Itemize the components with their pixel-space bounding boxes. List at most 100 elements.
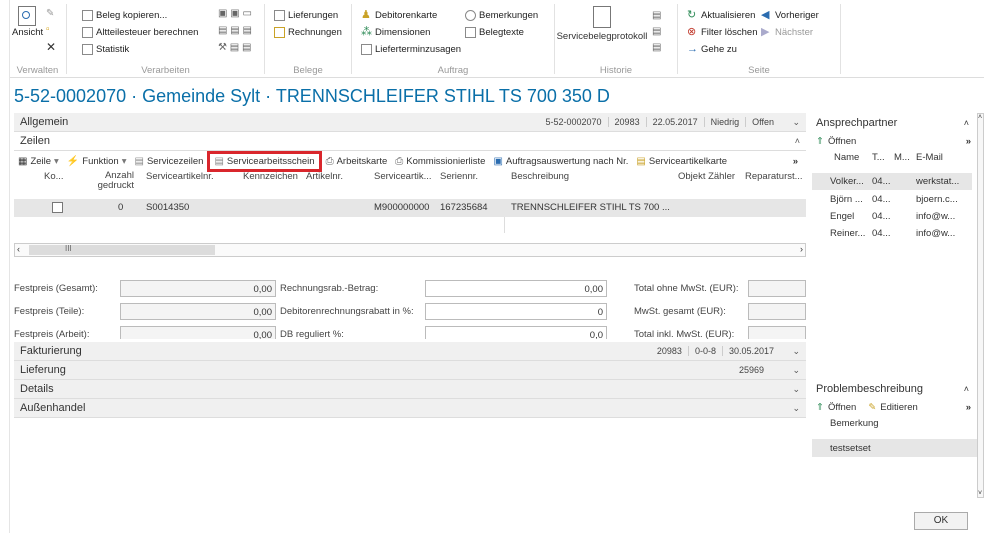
col-seriennr[interactable]: Seriennr.: [440, 171, 478, 182]
col-serviceartik[interactable]: Serviceartik...: [374, 171, 432, 182]
gehe-zu-button[interactable]: → Gehe zu: [687, 42, 737, 56]
kommissionierliste-button[interactable]: ⎙ Kommissionierliste: [395, 156, 485, 167]
chevron-up-icon[interactable]: ˄: [964, 118, 969, 128]
chevron-up-icon[interactable]: ˄: [964, 384, 969, 394]
chevron-down-icon[interactable]: ⌄: [792, 403, 800, 414]
chevron-down-icon[interactable]: ⌄: [792, 384, 800, 395]
fasttab-lieferung[interactable]: Lieferung 25969 ⌄: [14, 361, 806, 380]
serviceartikelkarte-button[interactable]: ▤ Serviceartikelkarte: [636, 156, 727, 167]
col-mobil[interactable]: M...: [894, 152, 910, 163]
editieren-button[interactable]: Editieren: [880, 402, 918, 413]
fasttab-details[interactable]: Details ⌄: [14, 380, 806, 399]
fasttab-aussenhandel[interactable]: Außenhandel ⌄: [14, 399, 806, 418]
more-icon[interactable]: »: [966, 402, 971, 413]
rechnungen-button[interactable]: Rechnungen: [274, 25, 342, 39]
horizontal-scrollbar[interactable]: ‹ III ›: [14, 243, 806, 257]
cell-telefon[interactable]: 04...: [872, 194, 891, 205]
field-debitorenrab[interactable]: 0: [425, 303, 607, 320]
servicearbeitsschein-button[interactable]: ▤ Servicearbeitsschein: [207, 150, 322, 172]
open-icon[interactable]: ⇑: [816, 402, 824, 413]
field-total-ohne-mwst[interactable]: [748, 280, 806, 297]
field-db-reguliert[interactable]: 0,0: [425, 326, 607, 339]
print-icon-1[interactable]: ▣ ▣ ▭: [218, 8, 252, 19]
col-ko[interactable]: Ko...: [44, 171, 64, 182]
chevron-down-icon[interactable]: ⌄: [792, 346, 800, 357]
cell-name[interactable]: Björn ...: [830, 194, 863, 205]
edit-icon[interactable]: ✎: [868, 402, 876, 413]
bemerkung-row[interactable]: testsetset: [812, 439, 977, 457]
statistik-button[interactable]: Statistik: [82, 42, 129, 56]
chevron-down-icon[interactable]: ⌄: [792, 365, 800, 376]
cell-serviceartikelnr[interactable]: S0014350: [146, 202, 189, 213]
aktualisieren-button[interactable]: ↻ Aktualisieren: [687, 8, 755, 22]
filter-loeschen-button[interactable]: ⊗ Filter löschen: [687, 25, 758, 39]
scroll-left-icon[interactable]: ‹: [17, 244, 20, 254]
col-serviceartikelnr[interactable]: Serviceartikelnr.: [146, 171, 214, 182]
zeile-menu[interactable]: ▦ Zeile ▾: [18, 156, 59, 167]
open-icon[interactable]: ⇑: [816, 136, 824, 147]
cell-anzahl[interactable]: 0: [118, 202, 123, 213]
vertical-scrollbar[interactable]: ˄ ˅: [977, 113, 984, 498]
field-festpreis-teile[interactable]: 0,00: [120, 303, 276, 320]
beleg-kopieren-button[interactable]: Beleg kopieren...: [82, 8, 167, 22]
print-icon-3[interactable]: ⚒ ▤ ▤: [218, 42, 251, 53]
altteilesteuer-button[interactable]: Altteilesteuer berechnen: [82, 25, 198, 39]
col-objekt-zaehler[interactable]: Objekt Zähler: [678, 171, 735, 182]
cell-email[interactable]: bjoern.c...: [916, 194, 958, 205]
debitorenkarte-button[interactable]: ♟ Debitorenkarte: [361, 8, 437, 22]
col-email[interactable]: E-Mail: [916, 152, 943, 163]
oeffnen-button[interactable]: Öffnen: [828, 136, 856, 147]
more-actions-icon[interactable]: »: [793, 156, 798, 167]
funktion-menu[interactable]: ⚡ Funktion ▾: [67, 156, 127, 167]
belegtexte-button[interactable]: Belegtexte: [465, 25, 524, 39]
col-name[interactable]: Name: [834, 152, 859, 163]
cell-telefon[interactable]: 04...: [872, 211, 891, 222]
dimensionen-button[interactable]: ⁂ Dimensionen: [361, 25, 430, 39]
lieferungen-button[interactable]: Lieferungen: [274, 8, 338, 22]
edit-icon[interactable]: ✎: [46, 8, 54, 19]
ansicht-button[interactable]: Ansicht: [12, 6, 43, 42]
cell-telefon[interactable]: 04...: [872, 228, 891, 239]
cell-telefon[interactable]: 04...: [872, 176, 891, 187]
row-checkbox[interactable]: [52, 202, 63, 213]
cell-name[interactable]: Volker...: [830, 176, 864, 187]
field-mwst-gesamt[interactable]: [748, 303, 806, 320]
bemerkungen-button[interactable]: Bemerkungen: [465, 8, 538, 22]
col-artikelnr[interactable]: Artikelnr.: [306, 171, 343, 182]
factbox-ansprechpartner-header[interactable]: Ansprechpartner ˄: [812, 113, 977, 133]
chevron-up-icon[interactable]: ˄: [795, 136, 800, 146]
bemerkung-column-header[interactable]: Bemerkung: [812, 415, 977, 433]
cell-serviceartik[interactable]: M900000000: [374, 202, 429, 213]
scroll-thumb[interactable]: [29, 245, 215, 255]
more-icon[interactable]: »: [966, 136, 971, 147]
new-icon[interactable]: ▫: [46, 24, 50, 35]
auftragsauswertung-button[interactable]: ▣ Auftragsauswertung nach Nr.: [493, 156, 628, 167]
scroll-up-icon[interactable]: ˄: [978, 114, 982, 121]
col-kennzeichen[interactable]: Kennzeichen: [243, 171, 298, 182]
col-anzahl-gedruckt[interactable]: Anzahl gedruckt: [82, 171, 134, 191]
ok-button[interactable]: OK: [914, 512, 968, 530]
field-total-inkl-mwst[interactable]: [748, 326, 806, 339]
cell-beschreibung[interactable]: TRENNSCHLEIFER STIHL TS 700 ...: [511, 202, 670, 213]
cell-email[interactable]: werkstat...: [916, 176, 959, 187]
factbox-problem-header[interactable]: Problembeschreibung ˄: [812, 379, 977, 399]
col-reparaturst[interactable]: Reparaturst...: [745, 171, 803, 182]
oeffnen-button[interactable]: Öffnen: [828, 402, 856, 413]
cell-seriennr[interactable]: 167235684: [440, 202, 488, 213]
scroll-right-icon[interactable]: ›: [800, 244, 803, 254]
cell-email[interactable]: info@w...: [916, 228, 955, 239]
field-festpreis-arbeit[interactable]: 0,00: [120, 326, 276, 339]
vorheriger-button[interactable]: ◀ Vorheriger: [761, 8, 819, 22]
print-icon-2[interactable]: ▤ ▤ ▤: [218, 25, 252, 36]
arbeitskarte-button[interactable]: ⎙ Arbeitskarte: [326, 156, 388, 167]
fasttab-allgemein[interactable]: Allgemein 5-52-0002070 20983 22.05.2017 …: [14, 113, 806, 132]
field-festpreis-gesamt[interactable]: 0,00: [120, 280, 276, 297]
servicebelegprotokoll-button[interactable]: Servicebelegprotokoll: [556, 6, 648, 42]
cell-email[interactable]: info@w...: [916, 211, 955, 222]
servicezeilen-button[interactable]: ▤ Servicezeilen: [135, 156, 204, 167]
cell-name[interactable]: Engel: [830, 211, 854, 222]
scroll-down-icon[interactable]: ˅: [978, 490, 982, 497]
delete-icon[interactable]: ✕: [46, 40, 56, 54]
history-icons[interactable]: ▤ ▤ ▤: [652, 8, 661, 56]
chevron-down-icon[interactable]: ⌄: [792, 117, 800, 128]
